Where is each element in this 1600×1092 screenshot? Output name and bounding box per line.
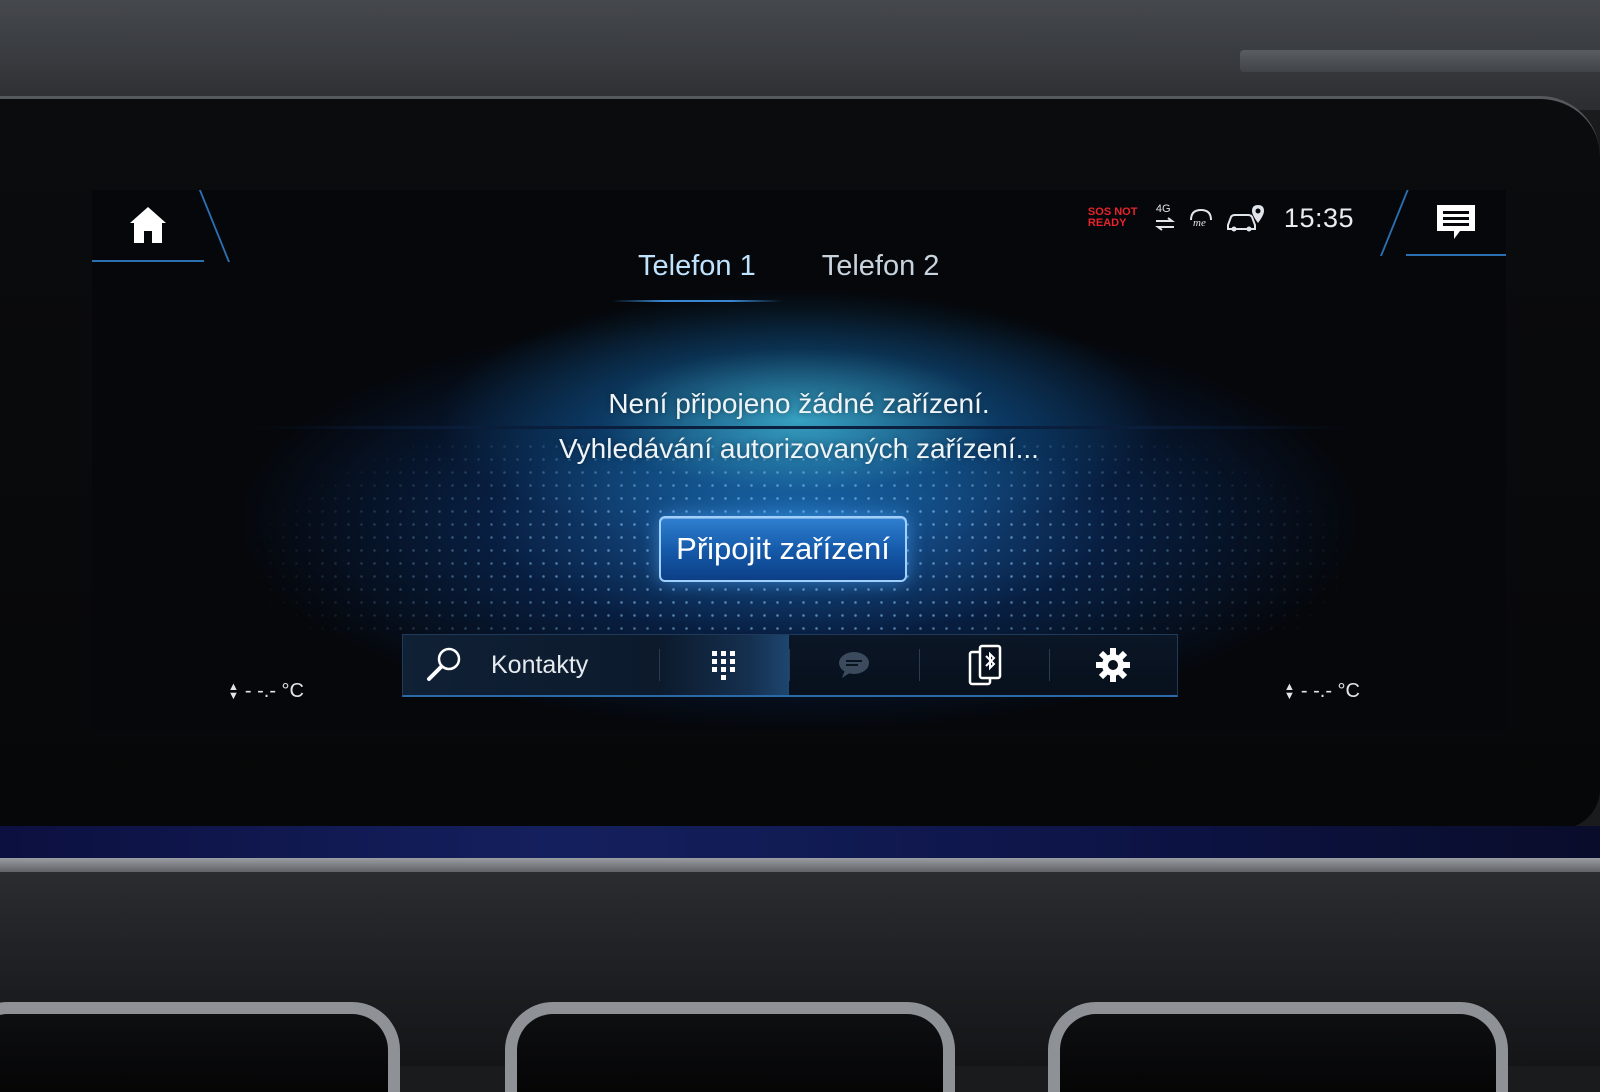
temp-adjust-arrows-icon: ▲ ▼ xyxy=(1284,680,1295,702)
background-horizon xyxy=(252,426,1352,429)
gear-icon xyxy=(1096,648,1130,682)
phone-tabs: Telefon 1 Telefon 2 xyxy=(612,246,982,302)
temp-right-value: - -.- °C xyxy=(1300,680,1360,702)
clock: 15:35 xyxy=(1283,202,1354,233)
device-manager-button[interactable] xyxy=(919,635,1049,695)
svg-text:me: me xyxy=(1193,217,1206,229)
dashboard-top xyxy=(0,0,1600,110)
phone-bluetooth-icon xyxy=(968,644,1002,686)
contacts-search-button[interactable]: Kontakty xyxy=(403,635,659,695)
chat-bubble-icon xyxy=(839,652,869,678)
climate-temp-left[interactable]: ▲ ▼ - -.- °C xyxy=(228,680,304,703)
search-icon xyxy=(427,647,461,681)
network-label: 4G xyxy=(1155,203,1171,215)
temp-left-value: - -.- °C xyxy=(244,680,304,702)
air-vent-right xyxy=(1048,1002,1508,1092)
temp-adjust-arrows-icon: ▲ ▼ xyxy=(228,680,239,702)
keypad-button[interactable] xyxy=(659,635,789,695)
searching-message: Vyhledávání autorizovaných zařízení... xyxy=(559,433,1039,464)
air-vent-left xyxy=(0,1002,400,1092)
ambient-light-strip xyxy=(0,826,1600,858)
network-indicator: 4G xyxy=(1154,203,1176,233)
settings-button[interactable] xyxy=(1049,635,1177,695)
sos-status: SOS NOT READY xyxy=(1088,207,1142,229)
car-location-icon xyxy=(1226,205,1264,232)
tab-telefon-1[interactable]: Telefon 1 xyxy=(612,246,782,302)
climate-temp-right[interactable]: ▲ ▼ - -.- °C xyxy=(1284,680,1360,703)
connect-device-button[interactable]: Připojit zařízení xyxy=(659,516,907,582)
contacts-label: Kontakty xyxy=(491,650,589,679)
messages-button[interactable] xyxy=(1406,190,1506,256)
air-vent-center xyxy=(505,1002,955,1092)
data-transfer-icon xyxy=(1154,217,1175,231)
chrome-trim xyxy=(0,858,1600,872)
status-bar: SOS NOT READY 4G me 15:35 xyxy=(1088,198,1354,238)
infotainment-screen: SOS NOT READY 4G me 15:35 Telefon 1 Tele… xyxy=(92,190,1506,730)
phone-toolbar: Kontakty xyxy=(402,634,1178,697)
keypad-icon xyxy=(712,651,735,680)
home-button[interactable] xyxy=(92,190,204,262)
tab-telefon-2[interactable]: Telefon 2 xyxy=(796,246,966,302)
mercedes-me-icon: me xyxy=(1189,208,1212,229)
message-icon xyxy=(1437,205,1475,239)
messages-tool-button[interactable] xyxy=(789,635,919,695)
no-device-message: Není připojeno žádné zařízení. xyxy=(608,388,990,419)
sos-status-line2: READY xyxy=(1087,217,1127,229)
home-icon xyxy=(130,207,166,243)
